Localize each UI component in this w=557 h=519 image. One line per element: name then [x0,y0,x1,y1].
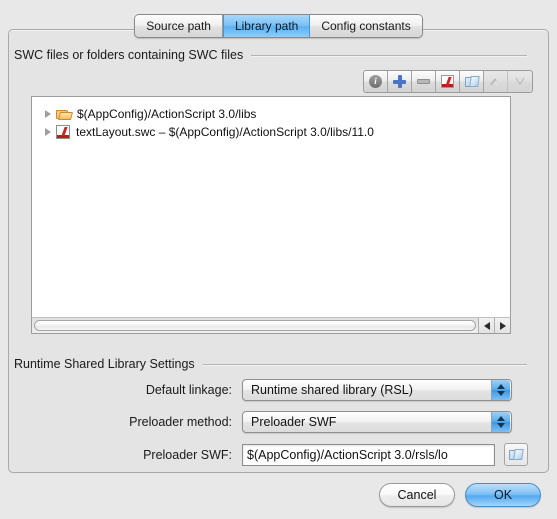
move-up-icon [490,78,501,85]
add-folder-button[interactable] [460,71,484,92]
scroll-left-button[interactable] [478,318,494,333]
cancel-button[interactable]: Cancel [379,483,455,507]
preloader-swf-label: Preloader SWF: [143,447,232,462]
default-linkage-label: Default linkage: [145,383,232,397]
chevron-updown-icon[interactable] [491,380,510,400]
arrow-right-icon [499,321,506,330]
preloader-method-value: Preloader SWF [251,415,337,429]
preloader-swf-row: Preloader SWF: $(AppConfig)/ActionScript… [126,443,528,466]
list-item-label: $(AppConfig)/ActionScript 3.0/libs [77,107,257,121]
default-linkage-select[interactable]: Runtime shared library (RSL) [242,379,512,401]
tab-source-path[interactable]: Source path [135,15,223,37]
preloader-swf-input[interactable]: $(AppConfig)/ActionScript 3.0/rsls/lo [242,443,495,466]
move-up-button [484,71,508,92]
chevron-updown-icon[interactable] [491,412,510,432]
move-down-icon [514,78,526,85]
tab-library-path[interactable]: Library path [222,15,311,37]
scrollbar-thumb[interactable] [34,320,476,331]
remove-icon [417,79,430,84]
add-swc-file-button[interactable] [436,71,460,92]
rsl-group-title: Runtime Shared Library Settings [14,357,195,371]
tab-bar: Source path Library path Config constant… [0,0,557,40]
folder-icon [464,76,479,88]
add-icon [393,75,406,88]
scroll-right-button[interactable] [494,318,510,333]
disclosure-triangle-icon[interactable] [40,123,56,141]
swc-group-header: SWC files or folders containing SWC file… [14,48,527,62]
tab-config-constants[interactable]: Config constants [310,15,422,37]
dialog-button-bar: Cancel OK [379,483,541,507]
default-linkage-row: Default linkage: Runtime shared library … [126,379,512,401]
preloader-method-row: Preloader method: Preloader SWF [126,411,512,433]
scrollbar-track[interactable] [32,318,478,333]
info-button[interactable]: i [364,71,388,92]
swc-file-icon [56,125,70,139]
rsl-group-rule [202,363,527,365]
horizontal-scrollbar[interactable] [31,317,511,334]
ok-button[interactable]: OK [465,483,541,507]
swc-toolbar: i [363,70,533,93]
tab-group: Source path Library path Config constant… [134,14,423,38]
folder-icon [509,449,523,461]
move-down-button [508,71,532,92]
swc-icon [441,75,454,88]
default-linkage-value: Runtime shared library (RSL) [251,383,413,397]
preloader-method-select[interactable]: Preloader SWF [242,411,512,433]
rsl-group-header: Runtime Shared Library Settings [14,357,527,371]
remove-swc-button[interactable] [412,71,436,92]
swc-group-title: SWC files or folders containing SWC file… [14,48,244,62]
info-icon: i [369,75,382,88]
list-item-label: textLayout.swc – $(AppConfig)/ActionScri… [76,125,374,139]
preloader-method-label: Preloader method: [129,415,232,429]
add-swc-button[interactable] [388,71,412,92]
list-item[interactable]: $(AppConfig)/ActionScript 3.0/libs [32,105,510,123]
list-item[interactable]: textLayout.swc – $(AppConfig)/ActionScri… [32,123,510,141]
arrow-left-icon [483,321,490,330]
swc-group-rule [251,54,527,56]
folder-open-icon [56,108,72,121]
swc-list[interactable]: $(AppConfig)/ActionScript 3.0/libs textL… [31,96,511,317]
disclosure-triangle-icon[interactable] [40,105,56,123]
preloader-swf-browse-button[interactable] [504,443,528,466]
